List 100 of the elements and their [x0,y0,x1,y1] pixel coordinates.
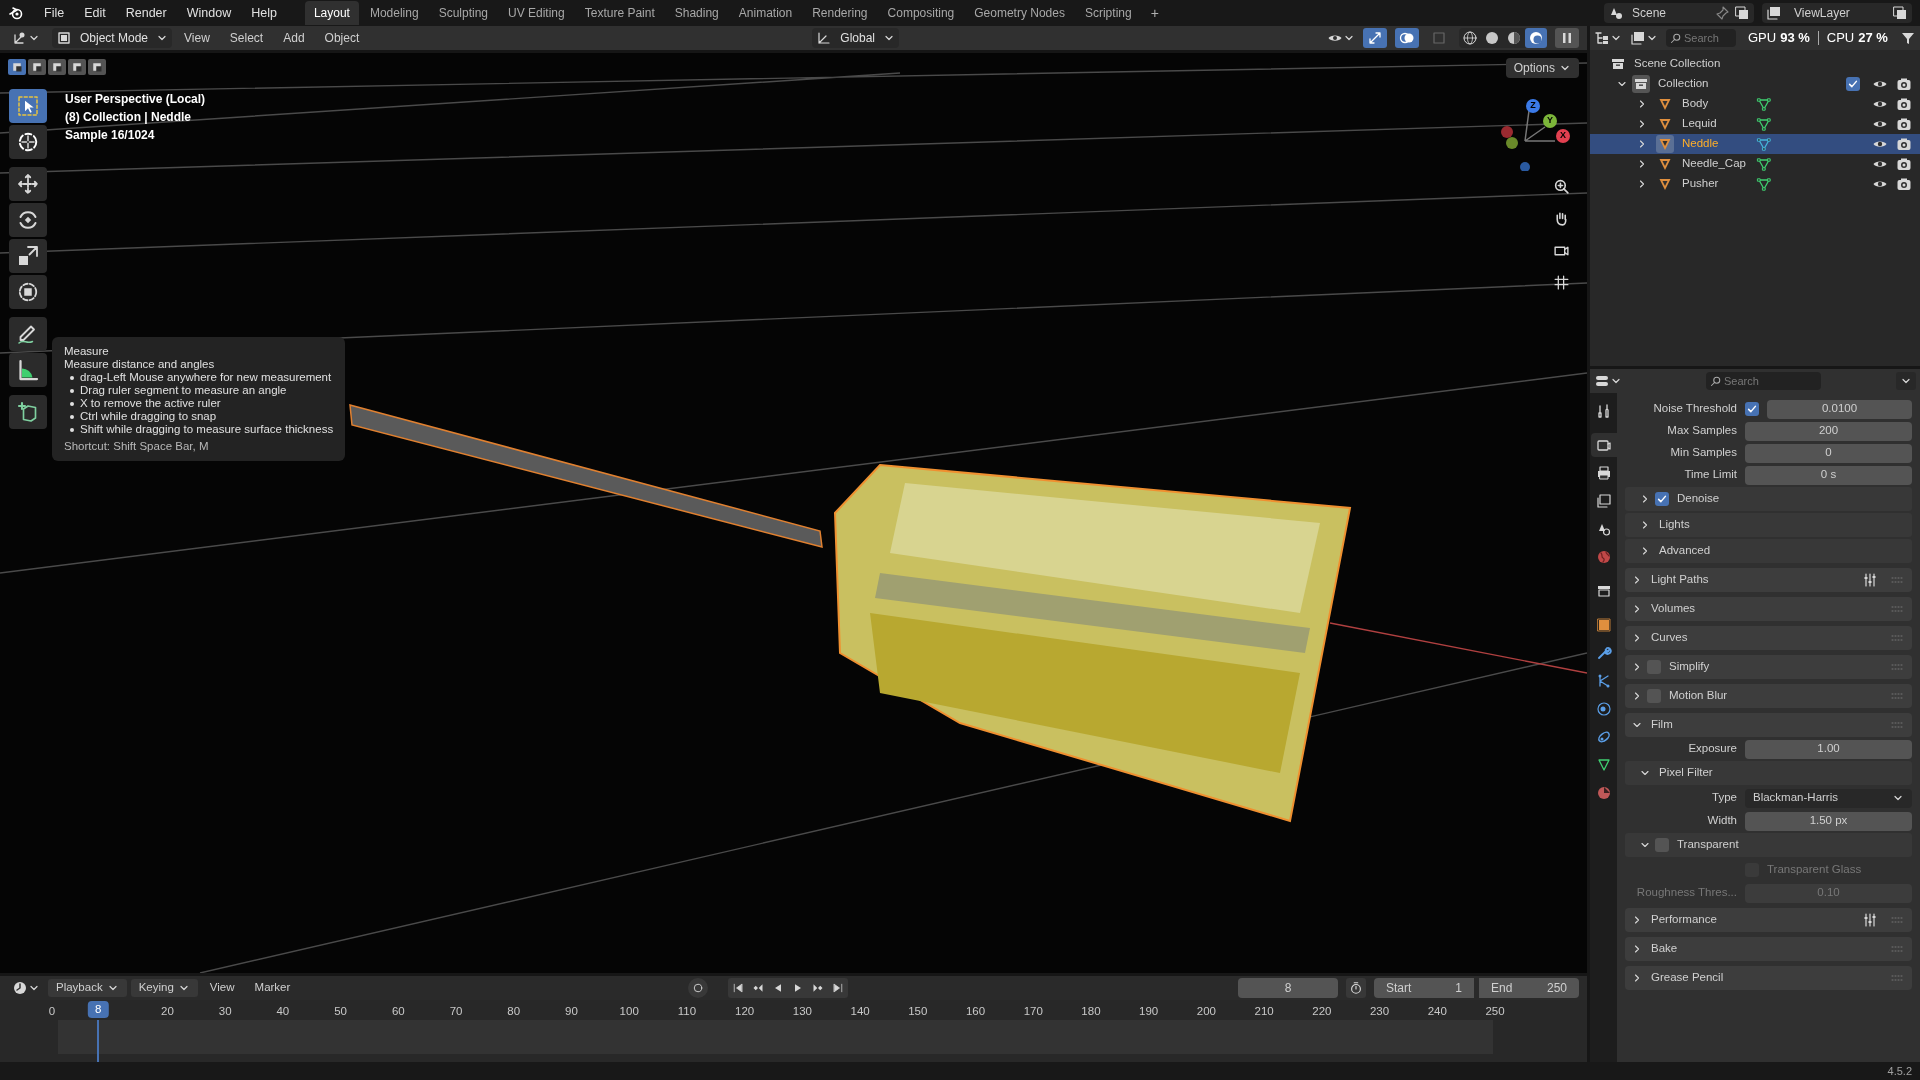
copy-icon[interactable] [1734,5,1750,21]
axis-dot[interactable] [1501,126,1513,138]
menu-item[interactable]: Marker [246,979,299,997]
gizmo-toggle[interactable] [1363,28,1387,48]
view-layer-selector[interactable]: ViewLayer [1762,3,1912,23]
axis-dot[interactable] [1506,137,1518,149]
menu-item[interactable]: Render [117,3,175,23]
menu-item[interactable]: File [36,3,73,23]
editor-type-button[interactable] [1594,373,1622,389]
orientation-dropdown[interactable]: Global [812,28,899,48]
playhead[interactable]: 8 [87,1001,109,1018]
options-dropdown[interactable] [1896,372,1916,390]
panel-header[interactable]: Motion Blur [1625,684,1912,708]
dropdown[interactable]: Blackman-Harris [1745,788,1912,808]
menu-item[interactable]: View [176,29,218,47]
workspace-tab[interactable]: Scripting [1075,1,1141,25]
select-mode-button[interactable] [88,59,106,75]
select-mode-button[interactable] [68,59,86,75]
panel-header[interactable]: Light Paths [1625,568,1912,592]
menu-item[interactable]: Edit [76,3,114,23]
number-field[interactable]: 0.0100 [1767,399,1912,419]
camera-icon[interactable] [1896,176,1912,192]
outliner-row[interactable]: Needle_Cap [1590,154,1920,174]
tool-button[interactable] [9,125,47,159]
number-field[interactable]: 0 [1745,443,1912,463]
subpanel-header[interactable]: Transparent [1625,833,1912,857]
search-field[interactable]: Search [1706,372,1821,390]
presets-icon[interactable] [1862,912,1878,928]
camera-icon[interactable] [1896,156,1912,172]
workspace-tab[interactable]: UV Editing [499,1,574,25]
workspace-tab[interactable]: Modeling [360,1,428,25]
menu-item[interactable]: Window [178,3,240,23]
panel-header[interactable]: Curves [1625,626,1912,650]
checkbox[interactable] [1745,402,1759,416]
presets-icon[interactable] [1862,572,1878,588]
number-field[interactable]: 1.00 [1745,739,1912,759]
display-mode-button[interactable] [1630,30,1658,46]
workspace-tab[interactable]: Shading [665,1,728,25]
menu-item[interactable]: Object [316,29,368,47]
menu-item[interactable]: Help [243,3,285,23]
workspace-tab[interactable]: Layout [304,1,359,25]
workspace-tab[interactable]: Geometry Nodes [965,1,1074,25]
workspace-tab[interactable]: Rendering [803,1,877,25]
workspace-tab[interactable]: Animation [729,1,802,25]
outliner-item[interactable]: Collection [1658,75,1709,93]
mode-dropdown[interactable]: Object Mode [52,28,173,48]
panel-header[interactable]: Volumes [1625,597,1912,621]
panel-header[interactable]: Film [1625,713,1912,737]
tool-button[interactable] [9,239,47,273]
outliner-item[interactable]: Scene Collection [1634,55,1721,73]
menu-dropdown[interactable]: Keying [130,979,198,997]
menu-item[interactable]: Add [275,29,313,47]
tool-button[interactable] [9,353,47,387]
number-field[interactable]: 1.50 px [1745,811,1912,831]
subpanel-header[interactable]: Pixel Filter [1625,761,1912,785]
preview-range-button[interactable] [1346,978,1366,998]
subpanel-header[interactable]: Lights [1625,513,1912,537]
pin-icon[interactable] [1714,5,1730,21]
select-mode-button[interactable] [28,59,46,75]
select-mode-button[interactable] [48,59,66,75]
blender-logo-icon[interactable] [8,5,24,21]
start-field[interactable]: Start 1 [1374,978,1474,998]
tool-button[interactable] [9,275,47,309]
filter-button[interactable] [1900,30,1916,46]
copy-icon[interactable] [1892,5,1908,21]
camera-icon[interactable] [1896,116,1912,132]
panel-header[interactable]: Bake [1625,937,1912,961]
tool-button[interactable] [9,203,47,237]
shading-button[interactable] [1525,28,1547,48]
select-mode-button[interactable] [8,59,26,75]
outliner-row[interactable]: Body [1590,94,1920,114]
menu-item[interactable]: View [201,979,243,997]
tool-button[interactable] [9,395,47,429]
checkbox[interactable] [1655,492,1669,506]
subpanel-header[interactable]: Advanced [1625,539,1912,563]
outliner-row[interactable]: Lequid [1590,114,1920,134]
keying-button[interactable] [688,978,709,998]
workspace-tab[interactable]: Texture Paint [575,1,664,25]
checkbox[interactable] [1846,77,1860,91]
panel-header[interactable]: Grease Pencil [1625,966,1912,990]
workspace-tab[interactable]: Compositing [878,1,964,25]
camera-icon[interactable] [1896,96,1912,112]
menu-dropdown[interactable]: Playback [48,979,127,997]
workspace-tab[interactable]: Sculpting [429,1,497,25]
pause-button[interactable] [1555,28,1579,48]
camera-icon[interactable] [1896,136,1912,152]
outliner-row[interactable]: Pusher [1590,174,1920,194]
tool-button[interactable] [9,167,47,201]
frame-field[interactable]: 8 [1238,978,1338,998]
panel-header[interactable]: Simplify [1625,655,1912,679]
checkbox[interactable] [1655,838,1669,852]
number-field[interactable]: 0 s [1745,465,1912,485]
end-field[interactable]: End 250 [1479,978,1579,998]
add-workspace-button[interactable]: + [1142,2,1167,24]
outliner-row[interactable]: Neddle [1590,134,1920,154]
menu-item[interactable]: Select [221,29,272,47]
panel-header[interactable]: Performance [1625,908,1912,932]
camera-icon[interactable] [1896,76,1912,92]
options-button[interactable]: Options [1505,58,1579,78]
overlay-toggle[interactable] [1395,28,1419,48]
